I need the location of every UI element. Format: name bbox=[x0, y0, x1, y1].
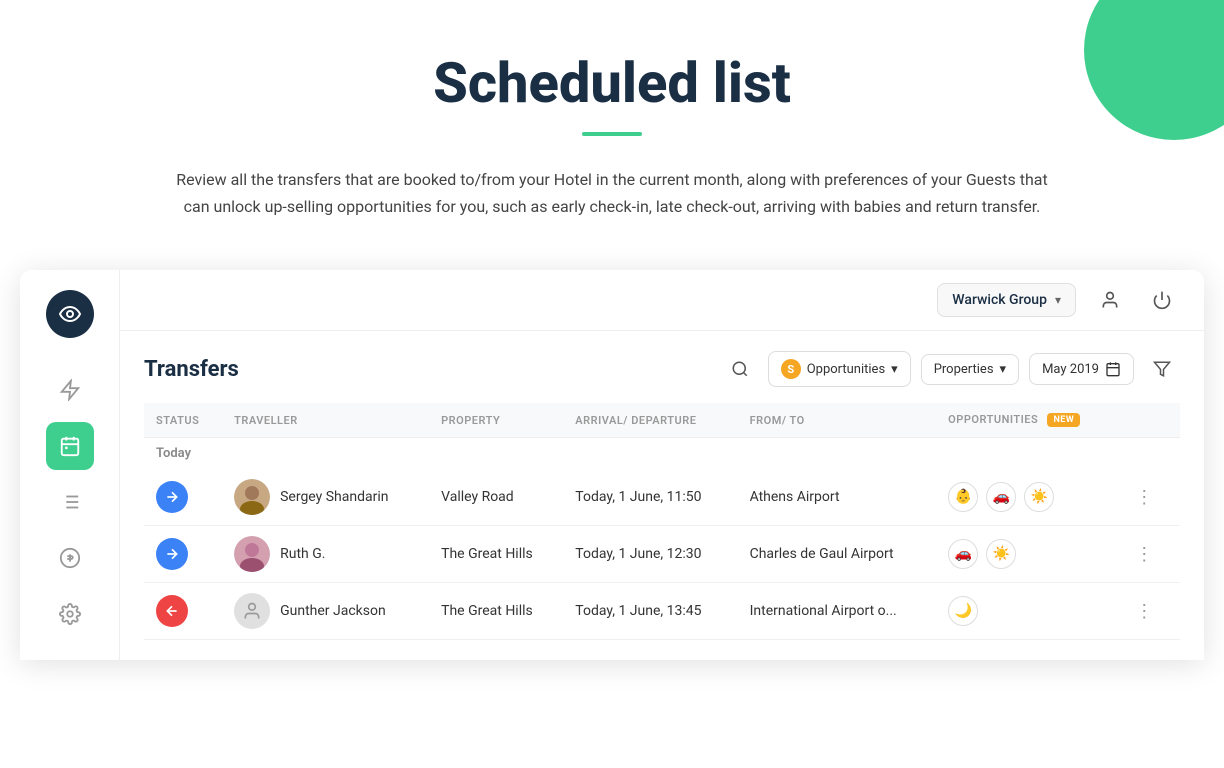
section-today-label: Today bbox=[144, 438, 1180, 470]
row2-status bbox=[144, 526, 222, 583]
table-header: Status Traveller Property Arrival/ Depar… bbox=[144, 403, 1180, 438]
status-arrival-icon bbox=[156, 481, 188, 513]
opportunity-icons: 👶 🚗 ☀️ bbox=[948, 482, 1105, 512]
section-today-row: Today bbox=[144, 438, 1180, 470]
row2-arrival: Today, 1 June, 12:30 bbox=[563, 526, 737, 583]
moon-icon: 🌙 bbox=[948, 596, 978, 626]
transfers-filters: S Opportunities ▾ Properties ▾ May 2019 bbox=[722, 351, 1180, 387]
top-bar: Warwick Group ▾ bbox=[120, 270, 1204, 331]
date-picker[interactable]: May 2019 bbox=[1029, 353, 1134, 385]
col-from-to: From/ To bbox=[738, 403, 937, 438]
transfers-section: Transfers S Opportunities ▾ Pr bbox=[120, 331, 1204, 660]
transfers-table: Status Traveller Property Arrival/ Depar… bbox=[144, 403, 1180, 640]
car-icon: 🚗 bbox=[948, 539, 978, 569]
new-badge: New bbox=[1047, 413, 1080, 427]
more-options-button[interactable]: ⋮ bbox=[1129, 539, 1159, 569]
opportunities-chevron-icon: ▾ bbox=[891, 362, 898, 377]
col-actions bbox=[1117, 403, 1180, 438]
col-traveller: Traveller bbox=[222, 403, 429, 438]
avatar bbox=[234, 536, 270, 572]
opportunity-icons: 🚗 ☀️ bbox=[948, 539, 1105, 569]
more-options-button[interactable]: ⋮ bbox=[1129, 596, 1159, 626]
page-description: Review all the transfers that are booked… bbox=[172, 166, 1052, 220]
row2-more: ⋮ bbox=[1117, 526, 1180, 583]
row2-opportunities: 🚗 ☀️ bbox=[936, 526, 1117, 583]
col-arrival-departure: Arrival/ Departure bbox=[563, 403, 737, 438]
sidebar-logo[interactable] bbox=[46, 290, 94, 338]
table-row: Gunther Jackson The Great Hills Today, 1… bbox=[144, 583, 1180, 640]
user-icon-button[interactable] bbox=[1092, 282, 1128, 318]
traveller-cell: Gunther Jackson bbox=[234, 593, 417, 629]
transfers-header: Transfers S Opportunities ▾ Pr bbox=[144, 351, 1180, 387]
status-arrival-icon bbox=[156, 538, 188, 570]
sidebar bbox=[20, 270, 120, 660]
chevron-down-icon: ▾ bbox=[1055, 293, 1061, 307]
traveller-cell: Ruth G. bbox=[234, 536, 417, 572]
row2-from-to: Charles de Gaul Airport bbox=[738, 526, 937, 583]
sidebar-item-bolt[interactable] bbox=[46, 366, 94, 414]
hotel-name: Warwick Group bbox=[952, 292, 1047, 308]
sun-icon: ☀️ bbox=[1024, 482, 1054, 512]
row1-from-to: Athens Airport bbox=[738, 469, 937, 526]
row3-opportunities: 🌙 bbox=[936, 583, 1117, 640]
search-button[interactable] bbox=[722, 351, 758, 387]
opportunities-filter[interactable]: S Opportunities ▾ bbox=[768, 351, 911, 387]
row3-more: ⋮ bbox=[1117, 583, 1180, 640]
date-label: May 2019 bbox=[1042, 362, 1099, 377]
opportunity-icons: 🌙 bbox=[948, 596, 1105, 626]
row1-opportunities: 👶 🚗 ☀️ bbox=[936, 469, 1117, 526]
opportunities-label: Opportunities bbox=[807, 362, 885, 377]
col-opportunities: Opportunities New bbox=[936, 403, 1117, 438]
row1-traveller: Sergey Shandarin bbox=[222, 469, 429, 526]
row3-status bbox=[144, 583, 222, 640]
title-underline bbox=[582, 132, 642, 136]
row3-arrival: Today, 1 June, 13:45 bbox=[563, 583, 737, 640]
col-status: Status bbox=[144, 403, 222, 438]
avatar bbox=[234, 593, 270, 629]
properties-chevron-icon: ▾ bbox=[1000, 362, 1007, 377]
sidebar-item-settings[interactable] bbox=[46, 590, 94, 638]
app-container: Warwick Group ▾ Transfers bbox=[20, 270, 1204, 660]
car-icon: 🚗 bbox=[986, 482, 1016, 512]
table-row: Ruth G. The Great Hills Today, 1 June, 1… bbox=[144, 526, 1180, 583]
row3-property: The Great Hills bbox=[429, 583, 563, 640]
more-options-button[interactable]: ⋮ bbox=[1129, 482, 1159, 512]
avatar bbox=[234, 479, 270, 515]
row3-traveller: Gunther Jackson bbox=[222, 583, 429, 640]
traveller-name: Gunther Jackson bbox=[280, 603, 386, 619]
row1-status bbox=[144, 469, 222, 526]
sidebar-item-list[interactable] bbox=[46, 478, 94, 526]
traveller-name: Sergey Shandarin bbox=[280, 489, 388, 505]
page-title: Scheduled list bbox=[20, 50, 1204, 116]
sidebar-item-schedule[interactable] bbox=[46, 422, 94, 470]
sidebar-item-dollar[interactable] bbox=[46, 534, 94, 582]
col-property: Property bbox=[429, 403, 563, 438]
traveller-cell: Sergey Shandarin bbox=[234, 479, 417, 515]
page-header: Scheduled list Review all the transfers … bbox=[0, 0, 1224, 250]
sun-icon: ☀️ bbox=[986, 539, 1016, 569]
row2-property: The Great Hills bbox=[429, 526, 563, 583]
row1-arrival: Today, 1 June, 11:50 bbox=[563, 469, 737, 526]
row1-property: Valley Road bbox=[429, 469, 563, 526]
transfers-title: Transfers bbox=[144, 357, 239, 382]
power-icon-button[interactable] bbox=[1144, 282, 1180, 318]
properties-label: Properties bbox=[934, 362, 994, 377]
traveller-name: Ruth G. bbox=[280, 546, 325, 562]
hotel-selector[interactable]: Warwick Group ▾ bbox=[937, 283, 1076, 317]
main-content: Warwick Group ▾ Transfers bbox=[120, 270, 1204, 660]
filter-button[interactable] bbox=[1144, 351, 1180, 387]
status-departure-icon bbox=[156, 595, 188, 627]
properties-filter[interactable]: Properties ▾ bbox=[921, 354, 1019, 385]
baby-icon: 👶 bbox=[948, 482, 978, 512]
row3-from-to: International Airport o... bbox=[738, 583, 937, 640]
row1-more: ⋮ bbox=[1117, 469, 1180, 526]
opportunities-badge-icon: S bbox=[781, 359, 801, 379]
table-row: Sergey Shandarin Valley Road Today, 1 Ju… bbox=[144, 469, 1180, 526]
row2-traveller: Ruth G. bbox=[222, 526, 429, 583]
